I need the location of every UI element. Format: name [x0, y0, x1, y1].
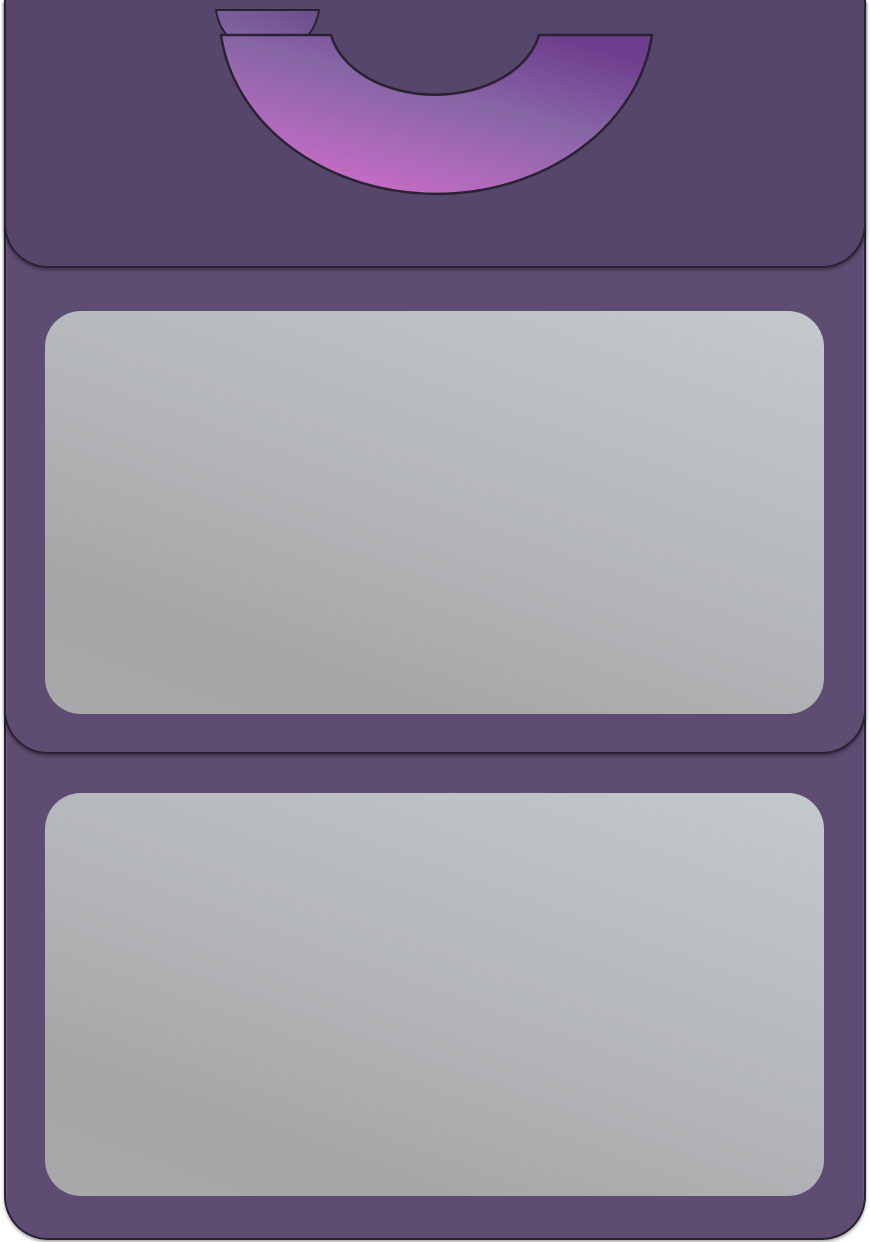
device-frame: [0, 0, 870, 1242]
content-panel-2: [45, 793, 824, 1196]
emblem-ring: [219, 33, 654, 196]
half-ring-cup-icon: [214, 9, 654, 196]
content-panel-1: [45, 311, 824, 714]
